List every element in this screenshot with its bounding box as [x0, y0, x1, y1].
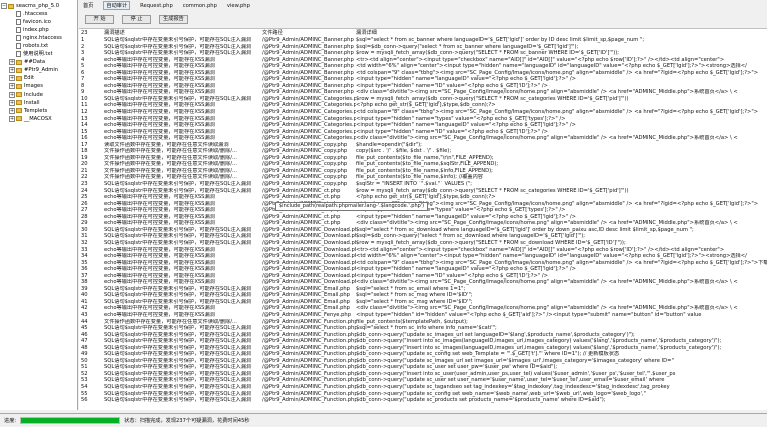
result-count: 23: [81, 30, 88, 36]
tree-root[interactable]: − seacms_php_5.0: [0, 2, 77, 10]
row-description: SQL语句$sqlstr中存在变量未引号保护，可能存在SQL注入漏洞: [104, 397, 252, 404]
tree-item[interactable]: + #Ptr9_Admin: [0, 66, 77, 74]
tree-item-label: robots.txt: [23, 43, 49, 50]
expand-icon[interactable]: +: [9, 91, 15, 98]
folder-icon: [8, 3, 14, 9]
tree-item-label: Edit: [24, 75, 35, 82]
status-message: 状态：扫描完成，发现237个可疑漏洞，花费时间45秒: [124, 418, 250, 424]
tree-item[interactable]: nginx.htaccess: [0, 34, 77, 42]
header-file-path[interactable]: 文件路径: [262, 29, 356, 37]
expand-icon[interactable]: +: [9, 75, 15, 82]
file-icon: [16, 27, 21, 34]
table-header: 23 漏洞描述 文件路径 漏洞详细: [79, 29, 767, 37]
tree-item[interactable]: + Images: [0, 82, 77, 90]
expand-icon[interactable]: +: [9, 83, 15, 90]
status-bar: 进度: 状态：扫描完成，发现237个可疑漏洞，花费时间45秒: [0, 413, 767, 427]
tree-item-label: 使用说明.txt: [23, 51, 53, 58]
progress-fill: [21, 418, 120, 423]
folder-icon: [16, 92, 22, 98]
tab-bar: 首页 自动审计 Request.php common.php view.php: [79, 0, 767, 11]
tree-item-label: __MACOSX: [24, 115, 52, 122]
tree-item-label: Install: [24, 99, 40, 106]
progress-label: 进度:: [4, 418, 17, 424]
tab-item[interactable]: Request.php: [140, 3, 173, 9]
row-detail: $db_conn->query("update sc_products set …: [356, 397, 606, 404]
folder-icon: [16, 59, 22, 65]
tab-item[interactable]: view.php: [227, 3, 250, 9]
expand-icon[interactable]: +: [9, 99, 15, 106]
header-detail[interactable]: 漏洞详细: [356, 29, 767, 37]
tree-item-label: index.php: [23, 27, 49, 34]
generate-report-button[interactable]: 生成报告: [159, 14, 188, 24]
tooltip: $include_path(realpath:phpmailer.lang-'.…: [275, 202, 429, 211]
file-icon: [16, 35, 21, 42]
folder-icon: [16, 83, 22, 89]
row-number: 56: [81, 397, 88, 404]
tree-item[interactable]: + ##Data: [0, 58, 77, 66]
tree-item[interactable]: + Include: [0, 91, 77, 99]
file-icon: [16, 19, 21, 26]
stop-button[interactable]: 停 止: [122, 14, 151, 24]
tree-item-label: ##Data: [24, 59, 46, 66]
progress-bar: [20, 417, 121, 424]
file-icon: [16, 51, 21, 58]
tab-item[interactable]: 自动审计: [103, 1, 131, 10]
tab-item[interactable]: 首页: [83, 2, 93, 9]
tree-item[interactable]: + __MACOSX: [0, 115, 77, 123]
tree-item[interactable]: + Edit: [0, 74, 77, 82]
tree-item[interactable]: + Templets: [0, 107, 77, 115]
app-window: − seacms_php_5.0 .htaccess favicon.ico ind…: [0, 0, 767, 427]
tab-item[interactable]: common.php: [183, 3, 217, 9]
tree-item[interactable]: index.php: [0, 26, 77, 34]
expand-icon[interactable]: +: [9, 107, 15, 114]
results-table[interactable]: 23 漏洞描述 文件路径 漏洞详细 1 SQL语句$sqlstr中存在变量未引号保…: [79, 28, 767, 410]
folder-icon: [16, 108, 22, 114]
file-icon: [16, 43, 21, 50]
row-file-path: /@Ptr9_Admin/ADMINC_Function.php: [262, 397, 356, 404]
tree-item-label: nginx.htaccess: [23, 35, 62, 42]
collapse-icon[interactable]: −: [1, 3, 7, 10]
tree-item[interactable]: .htaccess: [0, 10, 77, 18]
file-tree[interactable]: − seacms_php_5.0 .htaccess favicon.ico ind…: [0, 0, 78, 410]
header-description[interactable]: 漏洞描述: [94, 29, 262, 37]
tree-item[interactable]: + Install: [0, 99, 77, 107]
tree-item-label: Include: [24, 91, 43, 98]
tree-item-label: Images: [24, 83, 43, 90]
folder-icon: [16, 100, 22, 106]
file-icon: [16, 11, 21, 18]
folder-icon: [16, 75, 22, 81]
tree-root-label: seacms_php_5.0: [16, 3, 59, 9]
tree-item-label: Templets: [24, 107, 48, 114]
table-row[interactable]: 56 SQL语句$sqlstr中存在变量未引号保护，可能存在SQL注入漏洞 /@Pt…: [79, 397, 767, 404]
folder-icon: [16, 116, 22, 122]
expand-icon[interactable]: +: [9, 67, 15, 74]
tree-item[interactable]: 使用说明.txt: [0, 50, 77, 58]
tree-item-label: .htaccess: [23, 11, 48, 18]
start-button[interactable]: 开 始: [85, 14, 114, 24]
tree-item-label: favicon.ico: [23, 19, 51, 26]
folder-icon: [16, 67, 22, 73]
expand-icon[interactable]: +: [9, 59, 15, 66]
expand-icon[interactable]: +: [9, 115, 15, 122]
tree-item-label: #Ptr9_Admin: [24, 67, 59, 74]
toolbar: 开 始 停 止 生成报告: [79, 13, 767, 25]
tree-item[interactable]: robots.txt: [0, 42, 77, 50]
tree-item[interactable]: favicon.ico: [0, 18, 77, 26]
